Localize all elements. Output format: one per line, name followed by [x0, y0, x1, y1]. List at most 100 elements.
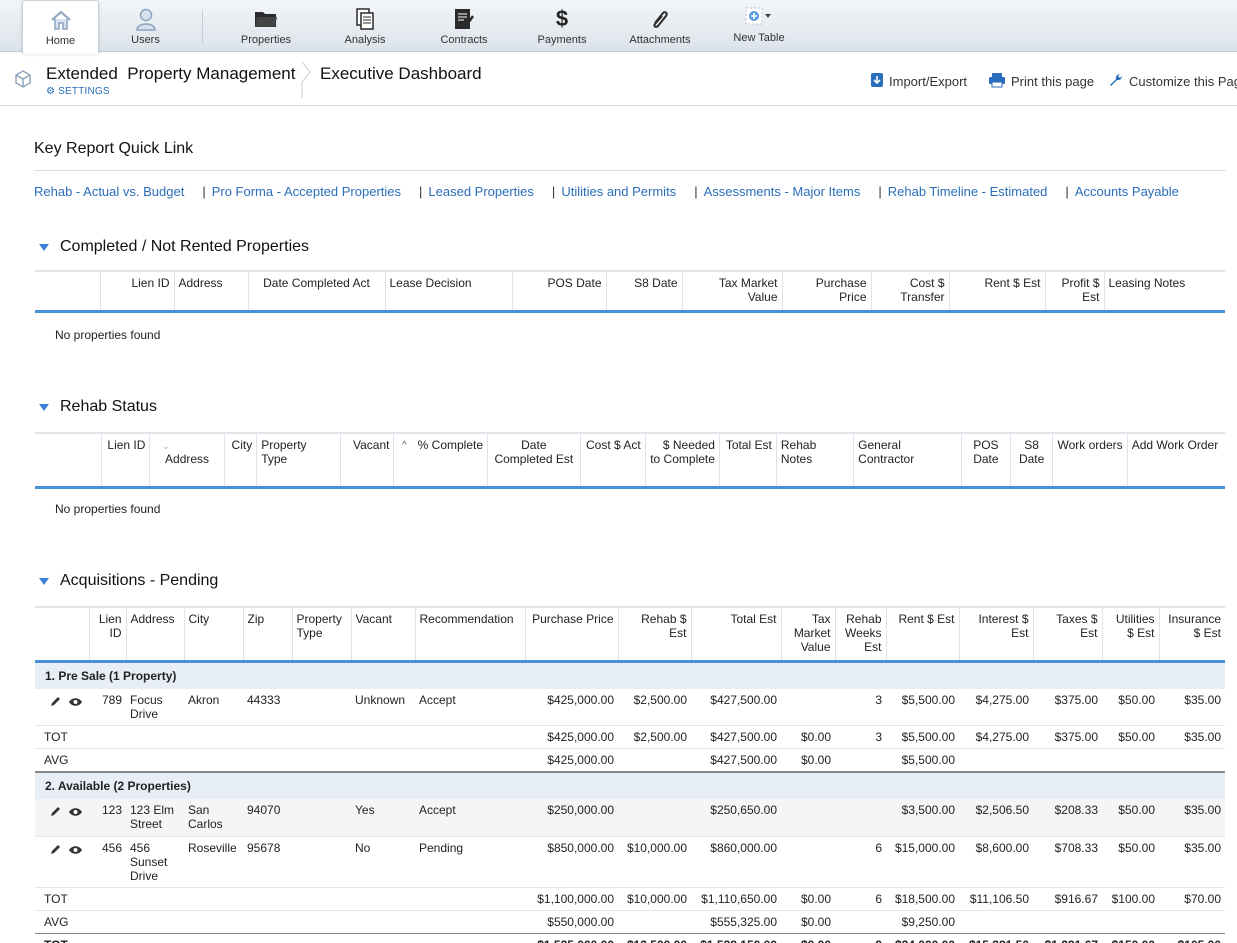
nav-payments[interactable]: $ Payments — [523, 0, 601, 52]
group-row: 1. Pre Sale (1 Property) — [35, 661, 1225, 689]
column-header[interactable]: Taxes $ Est — [1033, 607, 1103, 661]
column-header[interactable]: Property Type — [292, 607, 352, 661]
cell-recommendation: Pending — [415, 836, 525, 888]
column-header[interactable]: Tax Market Value — [682, 271, 783, 311]
pencil-icon[interactable] — [49, 695, 62, 711]
nav-home-label: Home — [45, 35, 76, 47]
column-header[interactable]: Profit $ Est — [1045, 271, 1105, 311]
column-header[interactable]: Date Completed Est — [487, 433, 581, 487]
nav-home[interactable]: Home — [22, 0, 99, 54]
column-header[interactable]: Rehab $ Est — [618, 607, 692, 661]
print-button[interactable]: Print this page — [988, 72, 1094, 91]
column-header[interactable]: Rent $ Est — [949, 271, 1046, 311]
nav-properties[interactable]: Properties — [227, 0, 305, 52]
quick-link[interactable]: Assessments - Major Items — [704, 184, 861, 199]
cell-city: Akron — [184, 688, 243, 726]
column-header[interactable]: Purchase Price — [782, 271, 872, 311]
column-header[interactable]: Vacant — [340, 433, 395, 487]
column-header[interactable]: Lien ID — [101, 433, 151, 487]
total-row: TOT $1,100,000.00 $10,000.00 $1,110,650.… — [35, 887, 1225, 911]
cell-lien-id: 456 — [89, 836, 126, 888]
column-header[interactable]: Lien ID — [89, 607, 127, 661]
user-icon — [135, 7, 157, 31]
nav-attachments[interactable]: Attachments — [620, 0, 700, 52]
collapse-triangle-icon[interactable] — [39, 244, 49, 251]
column-header[interactable]: Add Work Order — [1127, 433, 1225, 487]
column-header[interactable]: Recommendation — [415, 607, 526, 661]
column-header[interactable]: Address — [126, 607, 185, 661]
quick-link[interactable]: Pro Forma - Accepted Properties — [212, 184, 401, 199]
import-export-button[interactable]: Import/Export — [870, 72, 967, 91]
breadcrumb-separator — [300, 61, 312, 98]
quick-link[interactable]: Utilities and Permits — [561, 184, 676, 199]
column-header[interactable]: Cost $ Act — [580, 433, 646, 487]
column-header[interactable]: S8 Date — [606, 271, 683, 311]
column-header[interactable]: Total Est — [719, 433, 777, 487]
column-header[interactable]: Vacant — [351, 607, 416, 661]
quick-link[interactable]: Leased Properties — [428, 184, 534, 199]
settings-link[interactable]: ⚙ SETTINGS — [46, 86, 110, 97]
column-header[interactable]: Work orders — [1052, 433, 1128, 487]
pencil-icon[interactable] — [49, 843, 62, 859]
column-header[interactable]: Cost $ Transfer — [871, 271, 950, 311]
eye-icon[interactable] — [68, 844, 83, 858]
column-header[interactable]: Property Type — [256, 433, 341, 487]
total-value: $4,275.00 — [959, 725, 1033, 749]
app-header: Extended Property Management ⚙ SETTINGS … — [0, 52, 1237, 106]
nav-new-table[interactable]: New Table — [720, 0, 798, 52]
column-header[interactable]: Utilities $ Est — [1102, 607, 1160, 661]
column-header — [35, 433, 102, 487]
collapse-triangle-icon[interactable] — [39, 404, 49, 411]
column-header[interactable]: Rehab Notes — [776, 433, 855, 487]
eye-icon[interactable] — [68, 806, 83, 820]
column-header[interactable]: Total Est — [691, 607, 782, 661]
table-row[interactable]: 123 123 Elm Street San Carlos 94070 Yes … — [35, 799, 1225, 837]
collapse-triangle-icon[interactable] — [39, 578, 49, 585]
column-header[interactable]: Insurance $ Est — [1159, 607, 1225, 661]
cell-rehab-est: $2,500.00 — [618, 688, 691, 726]
column-header[interactable]: Lease Decision — [385, 271, 513, 311]
pencil-icon[interactable] — [49, 805, 62, 821]
grand-total-value: $0.00 — [781, 933, 835, 943]
quick-link[interactable]: Rehab - Actual vs. Budget — [34, 184, 184, 199]
column-header[interactable]: Interest $ Est — [959, 607, 1034, 661]
customize-button[interactable]: Customize this Pag — [1108, 72, 1237, 91]
nav-payments-label: Payments — [537, 34, 587, 46]
quick-link[interactable]: Accounts Payable — [1075, 184, 1179, 199]
nav-users[interactable]: Users — [107, 0, 184, 52]
column-header[interactable]: Zip — [243, 607, 293, 661]
column-header[interactable]: City — [224, 433, 258, 487]
table-row[interactable]: 456 456 Sunset Drive Roseville 95678 No … — [35, 836, 1225, 888]
total-value: $50.00 — [1102, 725, 1159, 749]
average-value — [618, 748, 691, 773]
total-value: $425,000.00 — [525, 725, 618, 749]
total-value: $35.00 — [1159, 725, 1225, 749]
column-header[interactable]: Leasing Notes — [1104, 271, 1225, 311]
column-header[interactable]: POS Date — [961, 433, 1011, 487]
eye-icon[interactable] — [68, 696, 83, 710]
column-header[interactable]: $ Needed to Complete — [645, 433, 720, 487]
column-header[interactable]: POS Date — [512, 271, 607, 311]
column-header[interactable]: Address — [174, 271, 249, 311]
column-header[interactable]: General Contractor — [853, 433, 962, 487]
top-nav: Home Users Properties Analysis Contracts… — [0, 0, 1237, 54]
column-header[interactable]: Tax Market Value — [781, 607, 836, 661]
column-header[interactable]: S8 Date — [1010, 433, 1054, 487]
column-header[interactable]: City — [184, 607, 244, 661]
acquisitions-section-title: Acquisitions - Pending — [60, 572, 219, 589]
quick-link[interactable]: Rehab Timeline - Estimated — [888, 184, 1048, 199]
column-header[interactable]: Rent $ Est — [886, 607, 960, 661]
cell-purchase-price: $425,000.00 — [525, 688, 618, 726]
average-row: AVG $425,000.00 $427,500.00 $0.00 $5,500… — [35, 748, 1225, 773]
column-header[interactable]: Date Completed Act — [248, 271, 386, 311]
total-value: $18,500.00 — [886, 887, 959, 911]
column-header[interactable]: Rehab Weeks Est — [835, 607, 887, 661]
nav-analysis[interactable]: Analysis — [326, 0, 404, 52]
nav-contracts[interactable]: Contracts — [425, 0, 503, 52]
column-header[interactable]: Purchase Price — [525, 607, 619, 661]
column-header[interactable]: Lien ID — [100, 271, 175, 311]
column-header[interactable]: % Complete — [393, 433, 489, 487]
printer-icon — [988, 72, 1006, 91]
total-value: $11,106.50 — [959, 887, 1033, 911]
table-row[interactable]: 789 Focus Drive Akron 44333 Unknown Acce… — [35, 688, 1225, 726]
